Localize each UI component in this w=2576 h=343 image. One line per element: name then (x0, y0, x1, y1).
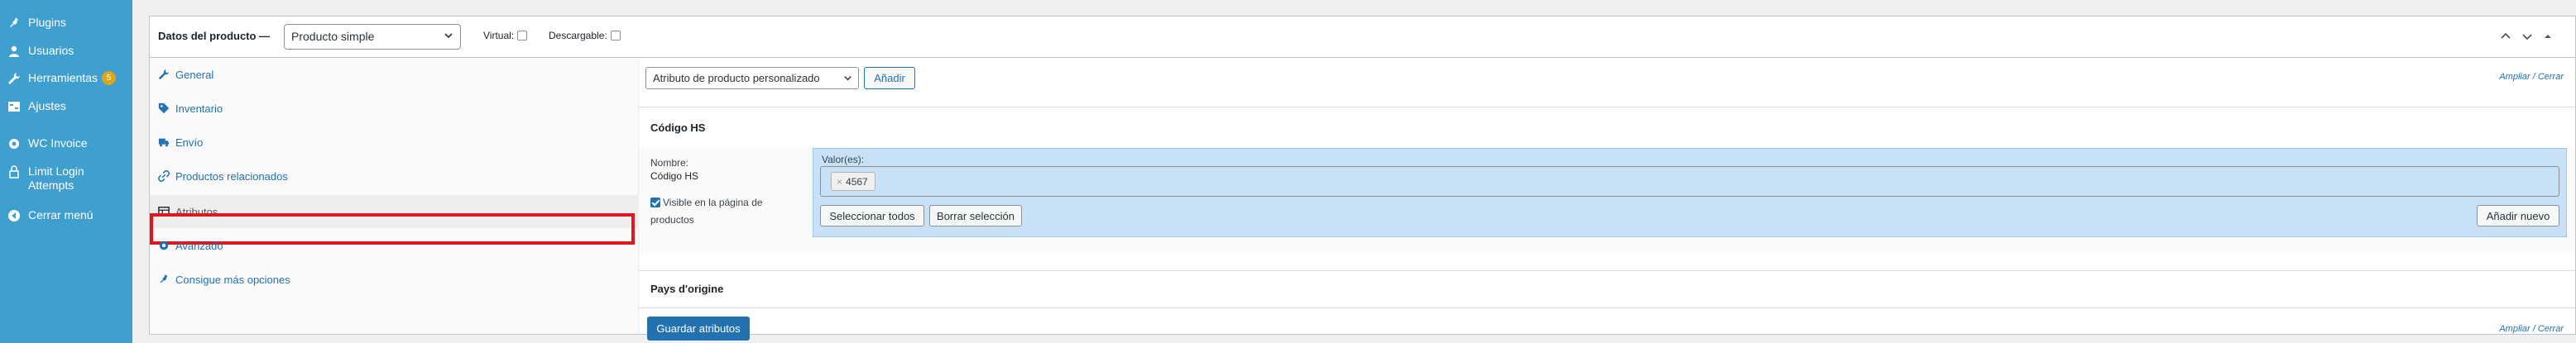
links-separator: / (2532, 324, 2535, 334)
virtual-label: Virtual: (483, 30, 515, 41)
menu-item-label: Limit Login Attempts (28, 164, 84, 192)
downloadable-option: Descargable: (549, 30, 621, 41)
tab-attributes[interactable]: Atributos (150, 195, 638, 228)
close-all-link[interactable]: Cerrar (2538, 324, 2564, 334)
tab-label: Consigue más opciones (175, 273, 290, 286)
tab-inventory[interactable]: Inventario (150, 92, 638, 125)
move-up-icon[interactable] (2500, 31, 2511, 42)
users-icon (9, 45, 19, 57)
values-select-input[interactable]: × 4567 (820, 166, 2559, 197)
tab-shipping[interactable]: Envío (150, 126, 638, 159)
tab-advanced[interactable]: Avanzado (150, 229, 638, 262)
expand-all-link[interactable]: Ampliar (2499, 324, 2530, 334)
attribute-type-value: Atributo de producto personalizado (653, 72, 820, 84)
menu-item-limit-login[interactable]: Limit Login Attempts (0, 164, 124, 193)
menu-item-label: Cerrar menú (28, 208, 94, 222)
expand-close-links-bottom: Ampliar / Cerrar (2499, 324, 2564, 334)
menu-item-wc-invoice[interactable]: WC Invoice (0, 136, 132, 150)
add-new-value-button[interactable]: Añadir nuevo (2477, 205, 2559, 226)
menu-item-plugins[interactable]: Plugins (0, 16, 132, 30)
product-type-value: Producto simple (291, 30, 375, 43)
value-chip: × 4567 (831, 172, 875, 191)
attribute-name-label: Nombre: (650, 157, 689, 169)
attribute-header-country-of-origin[interactable]: Pays d'origine (639, 270, 2575, 308)
add-attribute-button[interactable]: Añadir (864, 67, 915, 89)
attribute-body-hs-code: Nombre: Código HS Visible en la página d… (639, 148, 2575, 254)
truck-icon (158, 138, 170, 147)
tag-icon (158, 102, 170, 114)
values-label: Valor(es): (822, 154, 865, 165)
tab-label: General (175, 68, 214, 81)
move-down-icon[interactable] (2521, 31, 2533, 42)
collapse-icon (8, 210, 20, 222)
close-all-link[interactable]: Cerrar (2538, 72, 2564, 82)
chevron-down-icon (444, 33, 453, 39)
virtual-checkbox[interactable] (517, 31, 528, 40)
menu-item-label: Usuarios (28, 44, 74, 57)
link-icon (158, 170, 170, 182)
menu-item-label: Herramientas (28, 71, 98, 84)
plugin-icon (160, 274, 168, 283)
visible-on-product-page-option: Visible en la página de productos (650, 194, 799, 229)
tab-label: Inventario (175, 102, 223, 115)
admin-sidebar: Plugins Usuarios Herramientas 5 Ajustes … (0, 0, 132, 343)
remove-value-icon[interactable]: × (837, 176, 842, 188)
downloadable-label: Descargable: (549, 30, 607, 41)
wrench-icon (8, 73, 20, 84)
tab-linked-products[interactable]: Productos relacionados (150, 160, 638, 193)
menu-item-users[interactable]: Usuarios (0, 44, 132, 58)
menu-item-label: WC Invoice (28, 136, 88, 150)
attribute-header-hs-code[interactable]: Código HS (639, 107, 2575, 150)
select-all-button[interactable]: Seleccionar todos (820, 205, 924, 226)
gear-icon (9, 139, 19, 149)
virtual-option: Virtual: (483, 30, 528, 41)
settings-icon (8, 102, 20, 112)
chevron-down-icon (844, 76, 851, 81)
panel-header: Datos del producto — Producto simple Vir… (150, 17, 2575, 58)
update-count-badge: 5 (102, 71, 117, 85)
table-icon (158, 207, 170, 217)
save-attributes-button[interactable]: Guardar atributos (647, 317, 750, 341)
product-type-select[interactable]: Producto simple (284, 24, 461, 50)
lock-icon (9, 165, 19, 179)
attribute-name-value: Código HS (650, 170, 699, 182)
menu-item-settings[interactable]: Ajustes (0, 99, 132, 113)
menu-item-collapse[interactable]: Cerrar menú (0, 208, 132, 222)
visible-checkbox[interactable] (650, 198, 660, 207)
menu-item-label: Plugins (28, 16, 66, 29)
attribute-type-select[interactable]: Atributo de producto personalizado (645, 67, 859, 89)
panel-title: Datos del producto — (158, 30, 271, 42)
clear-selection-button[interactable]: Borrar selección (929, 205, 1022, 226)
tab-general[interactable]: General (150, 58, 638, 91)
gear-icon (159, 241, 169, 250)
toggle-panel-icon[interactable] (2544, 31, 2552, 42)
attribute-values-box: Valor(es): × 4567 Seleccionar todos Borr… (813, 148, 2567, 237)
value-chip-label: 4567 (846, 175, 868, 188)
tab-label: Avanzado (175, 239, 223, 252)
attribute-title: Código HS (650, 121, 706, 134)
tab-label: Envío (175, 136, 204, 149)
product-data-panel: Datos del producto — Producto simple Vir… (149, 16, 2576, 341)
attribute-title: Pays d'origine (650, 283, 724, 295)
tab-get-more-options[interactable]: Consigue más opciones (150, 263, 638, 296)
links-separator: / (2532, 72, 2535, 82)
downloadable-checkbox[interactable] (610, 31, 621, 40)
plugin-icon (10, 17, 18, 27)
menu-item-label: Ajustes (28, 99, 66, 112)
wrench-icon (158, 69, 170, 80)
attributes-pane: Atributo de producto personalizado Añadi… (639, 58, 2575, 341)
tab-label: Productos relacionados (175, 169, 288, 183)
menu-item-tools[interactable]: Herramientas 5 (0, 71, 132, 85)
tab-label: Atributos (175, 205, 218, 218)
visible-label: Visible en la página de productos (650, 197, 763, 226)
expand-all-link[interactable]: Ampliar (2499, 72, 2530, 82)
expand-close-links: Ampliar / Cerrar (2499, 72, 2564, 82)
product-data-tabs: General Inventario Envío Productos relac… (150, 58, 639, 334)
